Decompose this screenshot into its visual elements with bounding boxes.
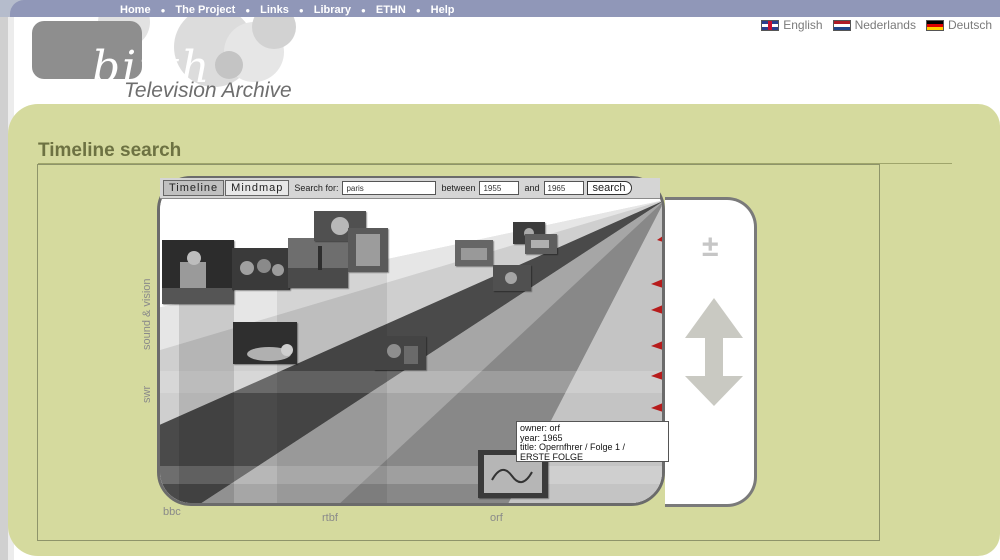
language-english[interactable]: English <box>761 18 823 32</box>
logo-subtitle: Television Archive <box>124 79 292 102</box>
to-year-input[interactable] <box>543 181 584 195</box>
result-thumbnail[interactable] <box>493 265 531 291</box>
nl-flag-icon <box>832 19 851 31</box>
tab-mindmap[interactable]: Mindmap <box>225 180 290 196</box>
search-button[interactable]: search <box>586 181 632 195</box>
result-tooltip: owner: orf year: 1965 title: Opernfhrer … <box>516 421 669 462</box>
axis-label-rtbf: rtbf <box>322 512 338 524</box>
site-logo[interactable]: birth Television Archive <box>14 17 304 107</box>
tab-timeline[interactable]: Timeline <box>163 180 225 196</box>
nav-separator: ● <box>298 5 304 15</box>
language-deutsch[interactable]: Deutsch <box>925 18 992 32</box>
main-nav: Home ● The Project ● Links ● Library ● E… <box>120 3 455 17</box>
nav-item-home[interactable]: Home <box>120 4 151 16</box>
result-thumbnail[interactable] <box>162 240 234 304</box>
between-label: between <box>441 183 476 193</box>
nav-item-help[interactable]: Help <box>431 4 455 16</box>
uk-flag-icon <box>761 19 780 31</box>
page-title: Timeline search <box>38 140 182 161</box>
axis-label-sound-vision: sound & vision <box>141 278 153 350</box>
search-for-label: Search for: <box>294 183 339 193</box>
result-thumbnail[interactable] <box>288 238 348 288</box>
search-input[interactable] <box>342 181 437 195</box>
nav-separator: ● <box>361 5 366 15</box>
nav-item-the-project[interactable]: The Project <box>175 4 235 16</box>
nav-item-library[interactable]: Library <box>314 4 351 16</box>
result-thumbnail[interactable] <box>348 228 388 272</box>
axis-label-orf: orf <box>490 512 503 524</box>
zoom-plus-minus-icon[interactable]: ± <box>702 230 718 264</box>
nav-item-links[interactable]: Links <box>260 4 289 16</box>
language-label: Deutsch <box>947 18 992 32</box>
language-label: English <box>783 18 823 32</box>
result-thumbnail[interactable] <box>455 240 493 266</box>
de-flag-icon <box>925 19 944 31</box>
scroll-arrows-icon[interactable] <box>683 298 745 408</box>
result-thumbnail[interactable] <box>374 336 426 370</box>
nav-separator: ● <box>160 5 166 15</box>
axis-label-bbc: bbc <box>163 506 181 518</box>
nav-separator: ● <box>245 5 251 15</box>
search-toolbar: Timeline Mindmap Search for: between and… <box>160 178 660 199</box>
tooltip-title-cont: ERSTE FOLGE <box>520 451 584 462</box>
language-label: Nederlands <box>854 18 916 32</box>
result-thumbnail[interactable] <box>233 322 297 364</box>
language-switcher: English Nederlands Deutsch <box>761 18 992 32</box>
nav-separator: ● <box>415 5 421 15</box>
axis-label-swr: swr <box>141 385 153 403</box>
result-thumbnail[interactable] <box>525 234 557 254</box>
and-label: and <box>524 183 540 193</box>
nav-item-ethn[interactable]: ETHN <box>376 4 406 16</box>
result-thumbnail[interactable] <box>232 248 290 290</box>
from-year-input[interactable] <box>479 181 520 195</box>
language-nederlands[interactable]: Nederlands <box>832 18 916 32</box>
